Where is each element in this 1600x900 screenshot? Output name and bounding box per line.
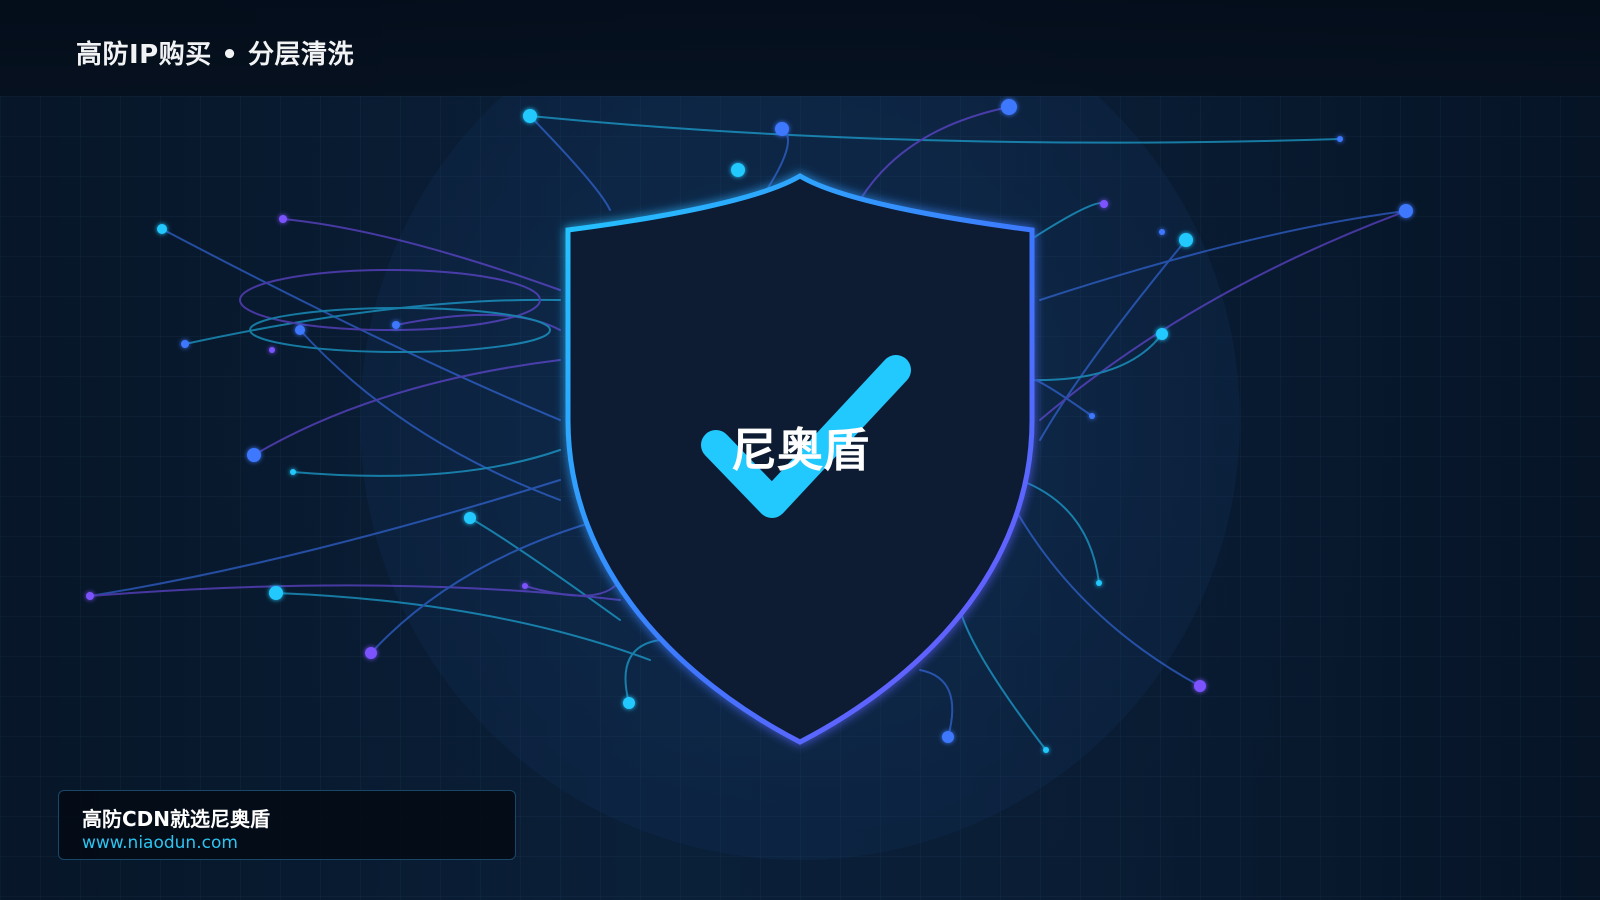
- network-node: [1096, 580, 1102, 586]
- network-node: [464, 512, 476, 524]
- network-node: [523, 109, 537, 123]
- page-title: 高防IP购买 • 分层清洗: [76, 40, 354, 70]
- network-node: [392, 321, 400, 329]
- network-node: [1179, 233, 1193, 247]
- network-node: [279, 215, 287, 223]
- network-node: [1001, 99, 1017, 115]
- network-node: [775, 122, 789, 136]
- network-node: [269, 347, 275, 353]
- network-node: [1399, 204, 1413, 218]
- network-node: [1337, 136, 1343, 142]
- network-node: [157, 224, 167, 234]
- brand-card: 高防CDN就选尼奥盾 www.niaodun.com: [58, 790, 516, 860]
- network-node: [247, 448, 261, 462]
- network-node: [269, 586, 283, 600]
- network-node: [1089, 413, 1095, 419]
- network-shield-illustration: 尼奥盾: [86, 0, 1413, 860]
- shield-label: 尼奥盾: [731, 423, 869, 477]
- network-node: [86, 592, 94, 600]
- header-bar: 高防IP购买 • 分层清洗: [0, 0, 1600, 96]
- network-node: [942, 731, 954, 743]
- website-link[interactable]: www.niaodun.com: [82, 833, 238, 853]
- network-node: [1100, 200, 1108, 208]
- network-node: [290, 469, 296, 475]
- network-node: [365, 647, 377, 659]
- network-node: [522, 583, 528, 589]
- network-node: [1043, 747, 1049, 753]
- network-node: [1194, 680, 1206, 692]
- hero-banner: 尼奥盾 高防IP购买 • 分层清洗 高防CDN就选尼奥盾 www.niaodun…: [0, 0, 1600, 900]
- network-node: [181, 340, 189, 348]
- network-node: [1156, 328, 1168, 340]
- network-node: [731, 163, 745, 177]
- network-node: [295, 325, 305, 335]
- network-node: [1159, 229, 1165, 235]
- network-node: [623, 697, 635, 709]
- brand-slogan: 高防CDN就选尼奥盾: [82, 807, 271, 831]
